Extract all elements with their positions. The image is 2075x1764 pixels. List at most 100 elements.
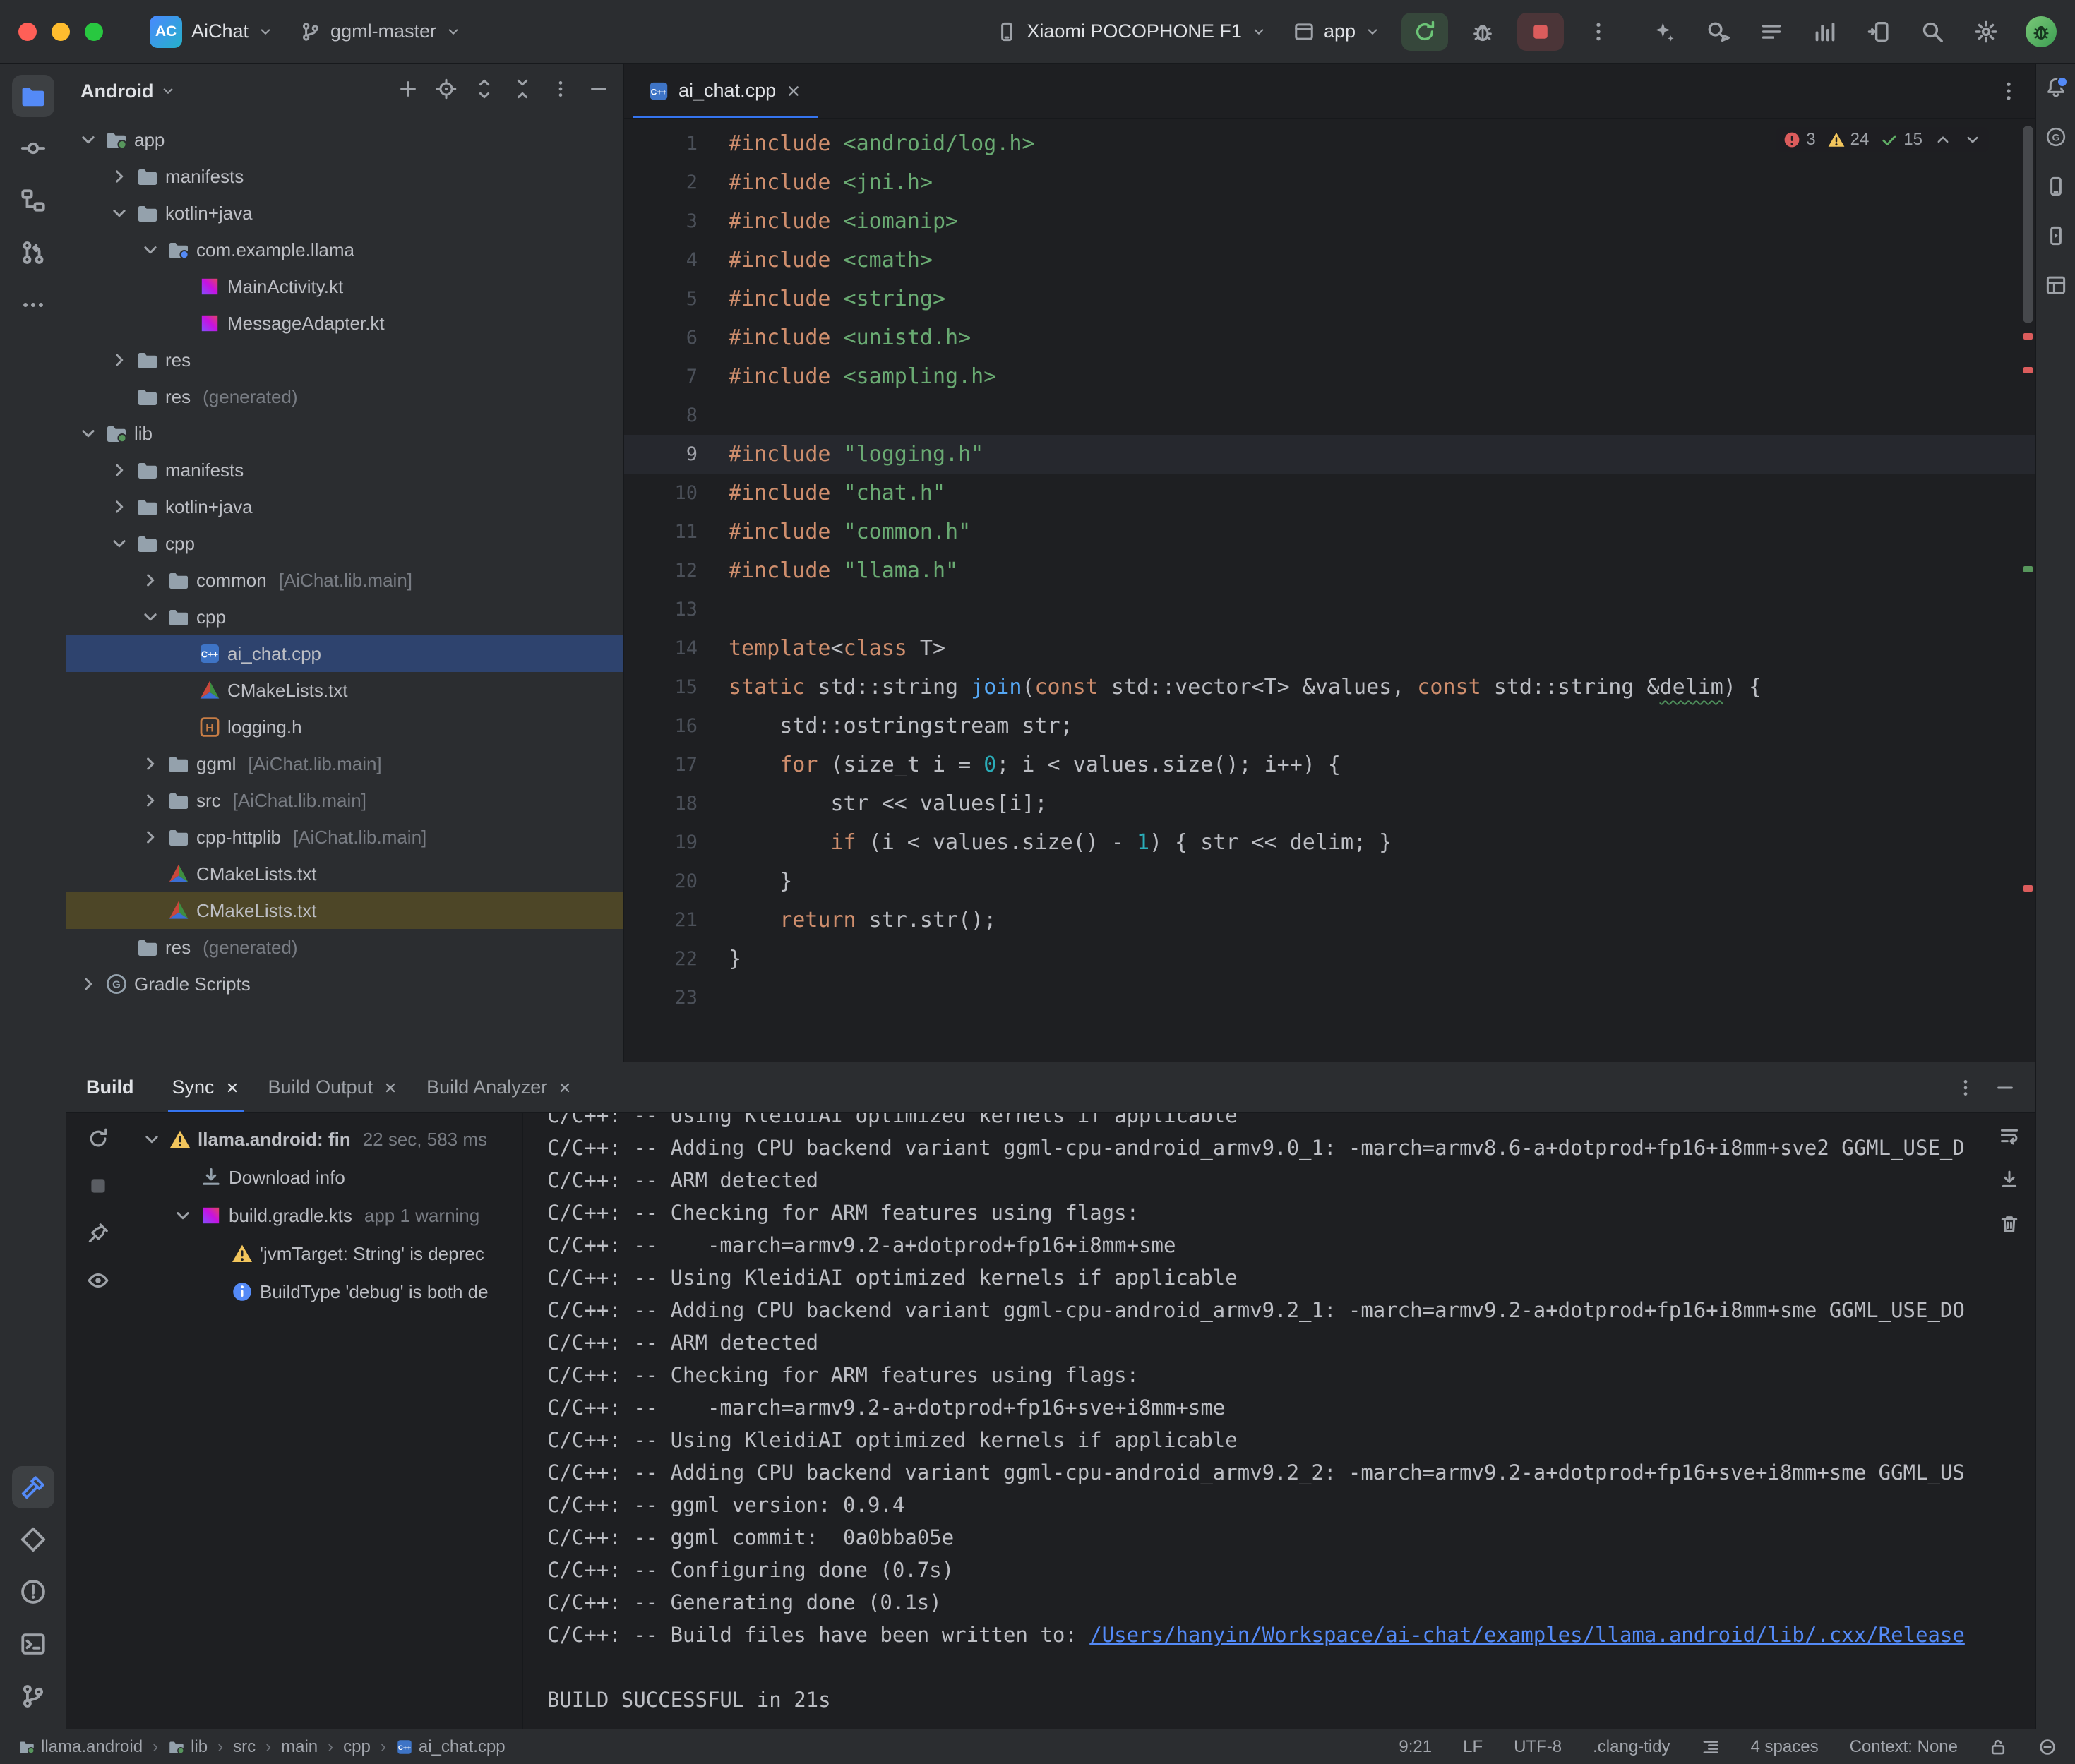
tool-device-mirroring-button[interactable] xyxy=(1865,18,1893,46)
stripe-mark-0[interactable] xyxy=(2023,333,2033,340)
tree-item-ggml[interactable]: ggml[AiChat.lib.main] xyxy=(66,745,623,782)
chevron-down-icon[interactable] xyxy=(140,239,161,260)
panel-minus-button[interactable] xyxy=(588,78,609,104)
code-line-2[interactable]: 2#include <jni.h> xyxy=(624,163,2035,202)
minimize-window-button[interactable] xyxy=(52,23,70,41)
status-4-spaces[interactable]: 4 spaces xyxy=(1751,1737,1819,1757)
tree-item-build-gradle-kts[interactable]: build.gradle.ktsapp 1 warning xyxy=(130,1196,522,1235)
tree-item-app[interactable]: app xyxy=(66,121,623,158)
trash-button[interactable] xyxy=(1999,1213,2020,1240)
code-line-12[interactable]: 12#include "llama.h" xyxy=(624,551,2035,590)
tool-layout-inspector[interactable] xyxy=(2040,270,2071,301)
code-line-13[interactable]: 13 xyxy=(624,590,2035,629)
tree-item-src[interactable]: src[AiChat.lib.main] xyxy=(66,782,623,819)
chevron-right-icon[interactable] xyxy=(109,166,130,187)
editor-tab-ai-chat-cpp[interactable]: C++ ai_chat.cpp xyxy=(633,64,818,118)
tree-item-common[interactable]: common[AiChat.lib.main] xyxy=(66,562,623,599)
eye-button[interactable] xyxy=(87,1269,109,1297)
tree-item-ai-chat-cpp[interactable]: C++ai_chat.cpp xyxy=(66,635,623,672)
code-line-16[interactable]: 16 std::ostringstream str; xyxy=(624,707,2035,745)
chevron-right-icon[interactable] xyxy=(109,460,130,481)
tree-item-cmakelists-txt[interactable]: CMakeLists.txt xyxy=(66,672,623,709)
panel-target-button[interactable] xyxy=(436,78,457,104)
close-icon[interactable] xyxy=(225,1080,240,1096)
tree-item-cpp[interactable]: cpp xyxy=(66,525,623,562)
code-line-19[interactable]: 19 if (i < values.size() - 1) { str << d… xyxy=(624,823,2035,862)
passed-count[interactable]: 15 xyxy=(1880,130,1922,150)
breadcrumb-item-llama-android[interactable]: llama.android xyxy=(18,1737,143,1757)
code-line-9[interactable]: 9#include "logging.h" xyxy=(624,435,2035,474)
tool-notifications[interactable] xyxy=(2040,72,2071,103)
tool-device-manager[interactable] xyxy=(2040,171,2071,202)
status-context-none[interactable]: Context: None xyxy=(1850,1737,1958,1757)
chevron-right-icon[interactable] xyxy=(78,973,99,995)
tree-item-gradle-scripts[interactable]: GGradle Scripts xyxy=(66,966,623,1002)
tool-search-everywhere-button[interactable] xyxy=(1704,18,1732,46)
tree-item-mainactivity-kt[interactable]: MainActivity.kt xyxy=(66,268,623,305)
tool-ai-assistant-button[interactable] xyxy=(1650,18,1678,46)
tab-close-icon[interactable] xyxy=(785,83,802,100)
chevron-right-icon[interactable] xyxy=(140,570,161,591)
scroll-end-button[interactable] xyxy=(1999,1169,2020,1195)
code-line-23[interactable]: 23 xyxy=(624,978,2035,1017)
vcs-branch-selector[interactable]: ggml-master xyxy=(290,15,471,48)
hide-build-panel-button[interactable] xyxy=(1995,1077,2016,1098)
tool-running-devices[interactable] xyxy=(2040,220,2071,251)
tool-pull-requests[interactable] xyxy=(12,232,54,274)
tree-item-jvmtarget-string-is-deprec[interactable]: 'jvmTarget: String' is deprec xyxy=(130,1235,522,1273)
chevron-down-icon[interactable] xyxy=(141,1129,162,1150)
stripe-mark-2[interactable] xyxy=(2023,566,2033,572)
error-count[interactable]: 3 xyxy=(1783,130,1815,150)
build-tab-build-output[interactable]: Build Output xyxy=(254,1062,413,1112)
panel-plus-button[interactable] xyxy=(397,78,419,104)
tree-item-manifests[interactable]: manifests xyxy=(66,158,623,195)
breadcrumb-item-main[interactable]: main xyxy=(281,1737,318,1757)
editor-scrollbar[interactable] xyxy=(2023,126,2033,323)
zoom-window-button[interactable] xyxy=(85,23,103,41)
code-line-21[interactable]: 21 return str.str(); xyxy=(624,901,2035,940)
tree-item-cpp[interactable]: cpp xyxy=(66,599,623,635)
code-line-17[interactable]: 17 for (size_t i = 0; i < values.size();… xyxy=(624,745,2035,784)
code-line-4[interactable]: 4#include <cmath> xyxy=(624,241,2035,280)
tree-item-res[interactable]: res(generated) xyxy=(66,378,623,415)
project-view-selector[interactable]: Android xyxy=(80,80,176,102)
editor-options-button[interactable] xyxy=(1995,77,2023,105)
code-line-6[interactable]: 6#include <unistd.h> xyxy=(624,318,2035,357)
breadcrumb-item-lib[interactable]: lib xyxy=(168,1737,208,1757)
stripe-mark-3[interactable] xyxy=(2023,885,2033,892)
panel-collapse-button[interactable] xyxy=(512,78,533,104)
tree-item-lib[interactable]: lib xyxy=(66,415,623,452)
status-indent[interactable] xyxy=(1702,1738,1720,1756)
tree-item-kotlin-java[interactable]: kotlin+java xyxy=(66,195,623,232)
tool-terminal[interactable] xyxy=(12,1623,54,1665)
code-line-18[interactable]: 18 str << values[i]; xyxy=(624,784,2035,823)
chevron-down-icon[interactable] xyxy=(78,129,99,150)
tool-project[interactable] xyxy=(12,75,54,117)
stop-button[interactable] xyxy=(1517,13,1564,51)
tool-version-control[interactable] xyxy=(12,1675,54,1717)
tree-item-llama-android-fin[interactable]: llama.android: fin22 sec, 583 ms xyxy=(130,1120,522,1158)
tool-problems[interactable] xyxy=(12,1571,54,1613)
more-run-actions-button[interactable] xyxy=(1575,13,1622,51)
stop-filled-button[interactable] xyxy=(87,1175,109,1202)
status-9-21[interactable]: 9:21 xyxy=(1399,1737,1432,1757)
code-line-22[interactable]: 22} xyxy=(624,940,2035,978)
chevron-down-icon[interactable] xyxy=(78,423,99,444)
tree-item-kotlin-java[interactable]: kotlin+java xyxy=(66,488,623,525)
tree-item-res[interactable]: res xyxy=(66,342,623,378)
tree-item-cmakelists-txt[interactable]: CMakeLists.txt xyxy=(66,892,623,929)
tree-item-cmakelists-txt[interactable]: CMakeLists.txt xyxy=(66,856,623,892)
status-utf-8[interactable]: UTF-8 xyxy=(1514,1737,1562,1757)
tool-todo-lines-button[interactable] xyxy=(1757,18,1786,46)
tree-item-cpp-httplib[interactable]: cpp-httplib[AiChat.lib.main] xyxy=(66,819,623,856)
status-inspection-status[interactable] xyxy=(2038,1738,2057,1756)
tool-more-tools[interactable] xyxy=(12,284,54,326)
inspection-widget[interactable]: 3 24 15 xyxy=(1776,127,1989,152)
profile-avatar[interactable] xyxy=(2026,16,2057,47)
soft-wrap-button[interactable] xyxy=(1999,1124,2020,1151)
status-unlock[interactable] xyxy=(1989,1738,2007,1756)
code-line-20[interactable]: 20 } xyxy=(624,862,2035,901)
run-button[interactable] xyxy=(1401,13,1448,51)
tool-settings-button[interactable] xyxy=(1972,18,2000,46)
code-area[interactable]: 1#include <android/log.h>2#include <jni.… xyxy=(624,119,2035,1062)
